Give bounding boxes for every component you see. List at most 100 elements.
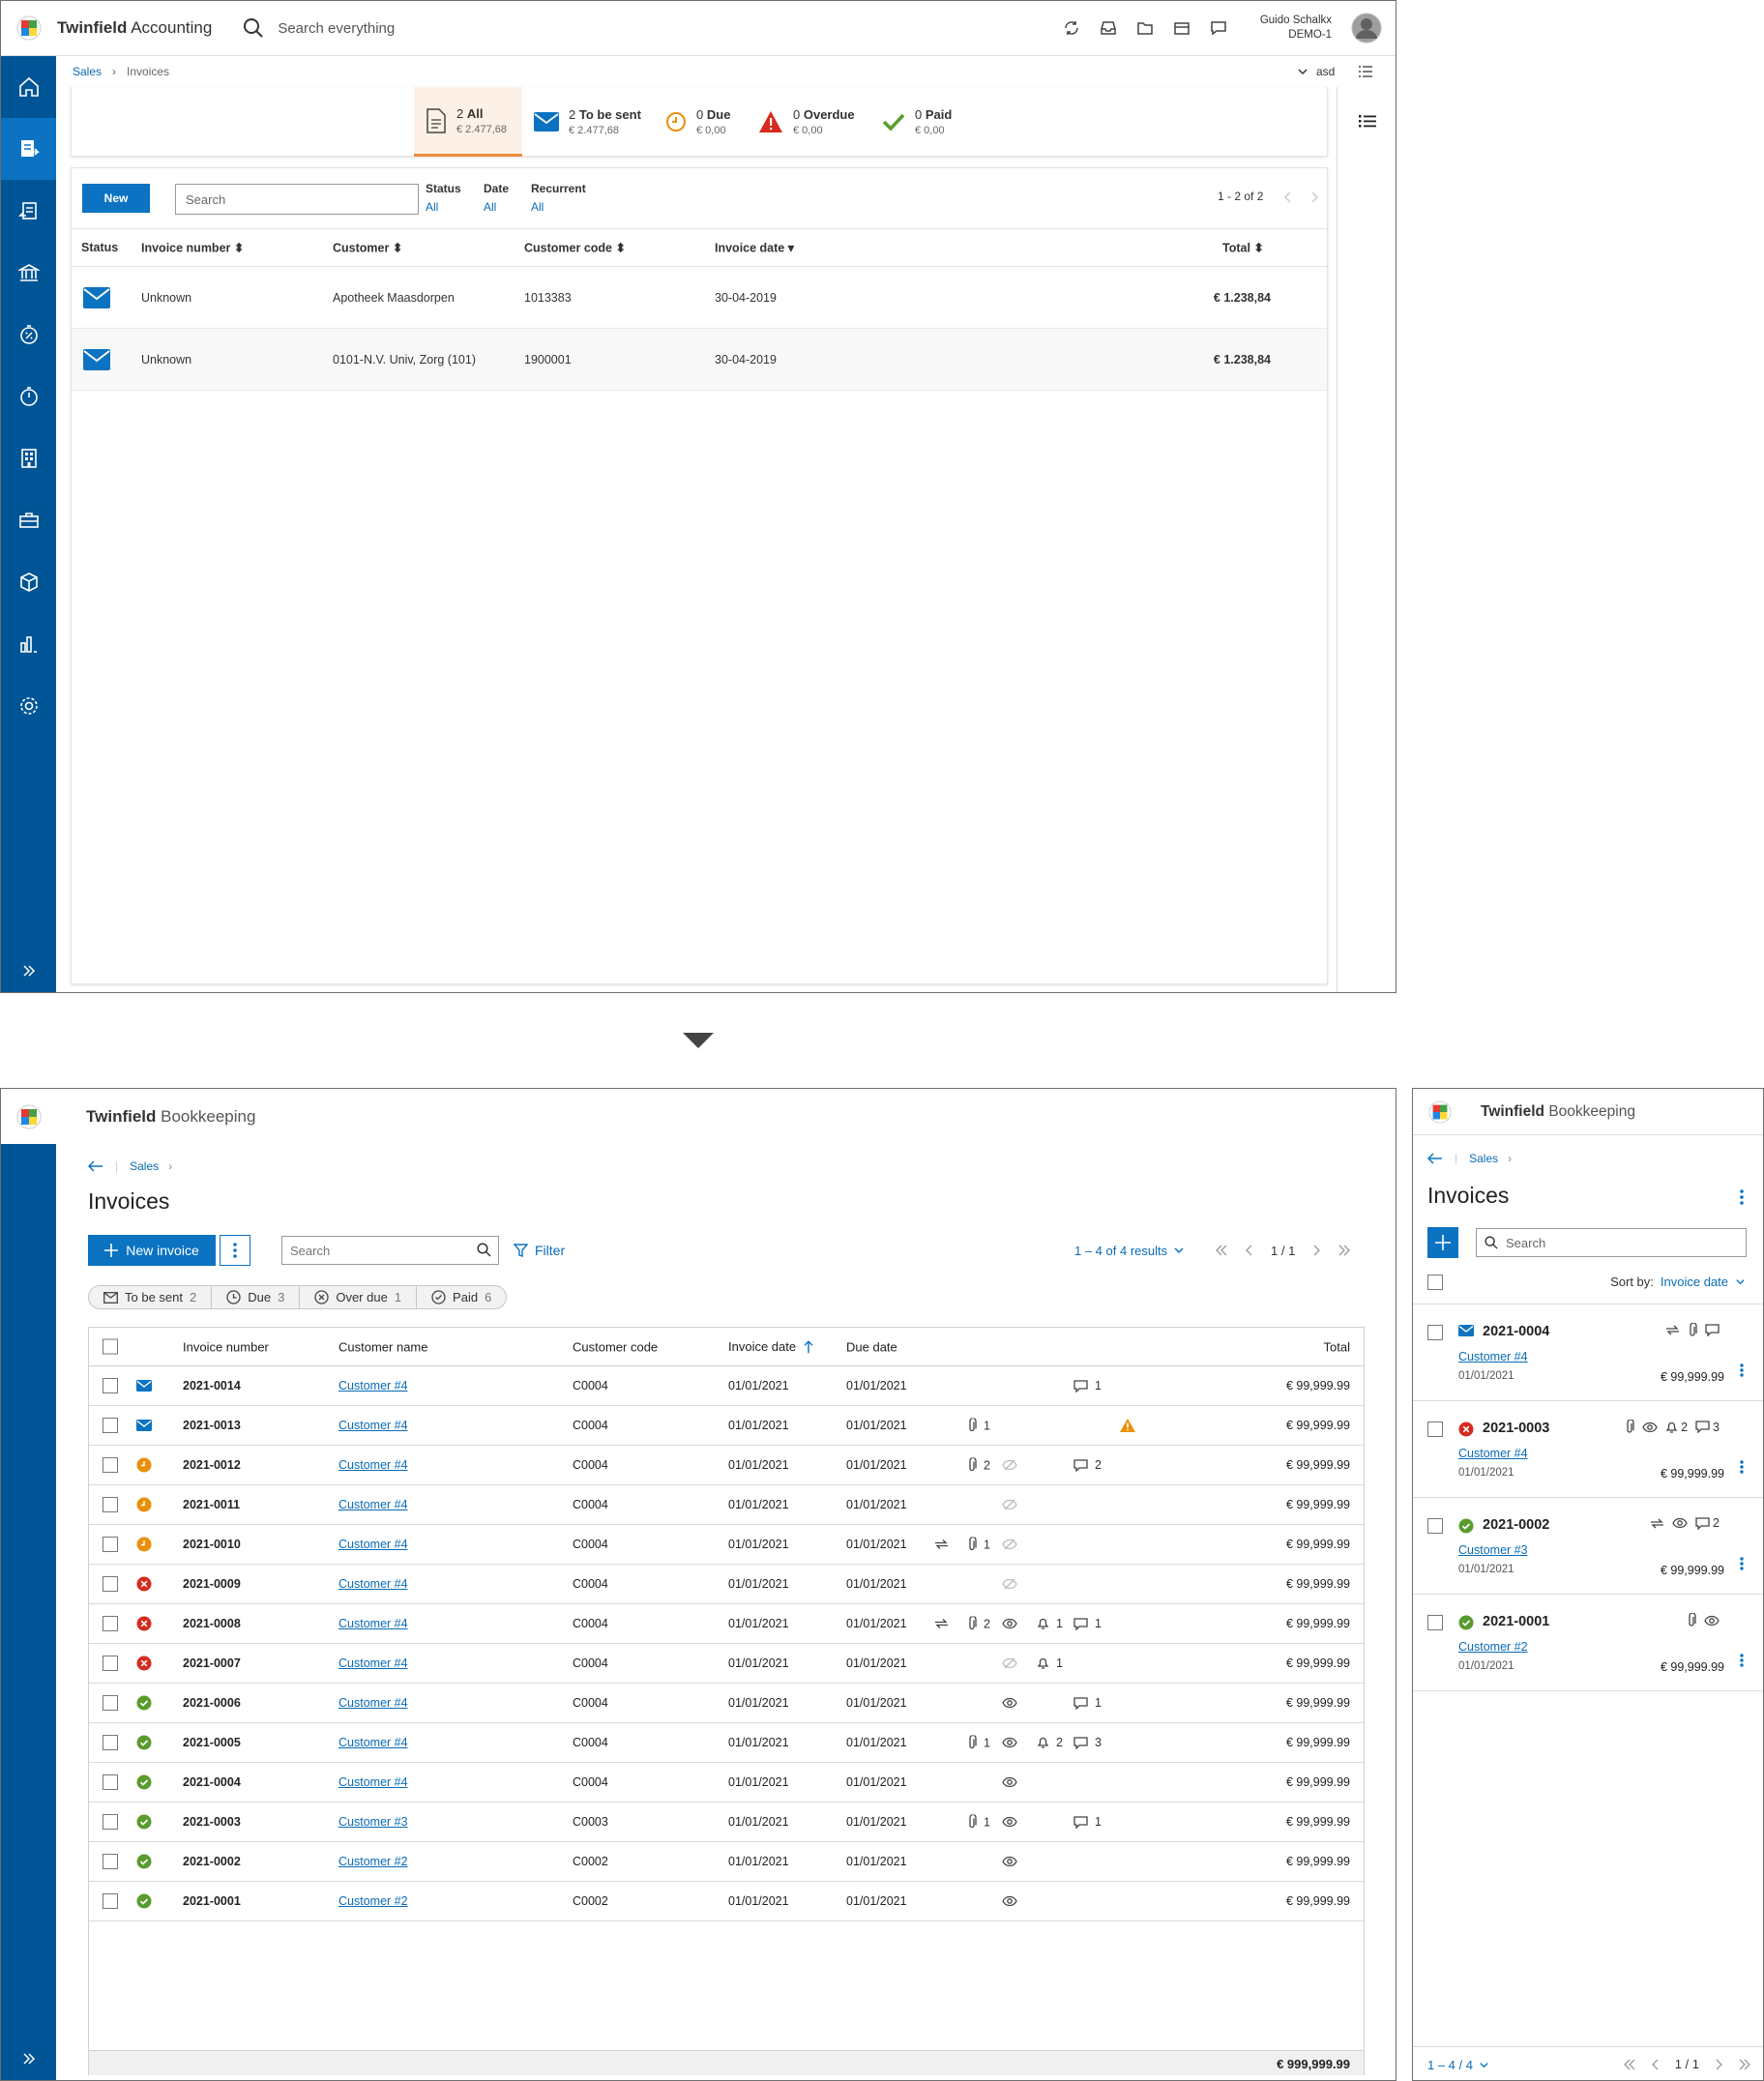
col-invoice-number[interactable]: Invoice number ⬍ [141, 241, 244, 255]
user-info[interactable]: Guido Schalkx DEMO-1 [1260, 14, 1332, 43]
nav-tools[interactable] [1, 489, 56, 551]
customer-link[interactable]: Customer #4 [1458, 1447, 1528, 1460]
search-icon[interactable] [243, 17, 264, 39]
list-settings-icon[interactable] [1358, 64, 1373, 79]
back-arrow-icon[interactable] [88, 1160, 103, 1172]
results-per-page[interactable]: 1 – 4 / 4 [1427, 2058, 1489, 2072]
breadcrumb-sales[interactable]: Sales [1469, 1152, 1498, 1165]
comment-indicator[interactable]: 2 [1073, 1458, 1102, 1472]
filter-value[interactable]: All [426, 200, 461, 214]
table-row[interactable]: 2021-0001 Customer #2 C0002 01/01/2021 01/01… [89, 1882, 1364, 1921]
results-per-page[interactable]: 1 – 4 of 4 results [1074, 1236, 1185, 1265]
list-icon[interactable] [1359, 113, 1376, 129]
select-all-checkbox[interactable] [1427, 1275, 1443, 1290]
col-invoice-date[interactable]: Invoice date ▾ [715, 241, 794, 255]
col-total[interactable]: Total ⬍ [1222, 241, 1264, 255]
customer-link[interactable]: Customer #4 [338, 1775, 408, 1789]
inbox-icon[interactable] [1100, 19, 1117, 37]
nav-home[interactable] [1, 56, 56, 118]
reminder-indicator[interactable]: 1 [1037, 1656, 1063, 1670]
table-row[interactable]: 2021-0008 Customer #4 C0004 01/01/2021 01/01… [89, 1604, 1364, 1644]
col-customer-code[interactable]: Customer code [573, 1339, 658, 1354]
chat-icon[interactable] [1210, 19, 1227, 37]
table-row[interactable]: 2021-0011 Customer #4 C0004 01/01/2021 01/01… [89, 1485, 1364, 1525]
logo-icon[interactable] [16, 1104, 42, 1129]
customer-link[interactable]: Customer #4 [338, 1696, 408, 1710]
table-row[interactable]: 2021-0009 Customer #4 C0004 01/01/2021 01/01… [89, 1565, 1364, 1604]
col-invoice-date[interactable]: Invoice date [728, 1339, 813, 1355]
card-paid[interactable]: 0 Paid € 0,00 [870, 87, 963, 157]
filter-status[interactable]: Status All [426, 182, 461, 214]
customer-link[interactable]: Customer #4 [338, 1656, 408, 1670]
comment-indicator[interactable]: 2 [1695, 1516, 1720, 1530]
company-selector[interactable]: asd [1297, 57, 1394, 86]
last-page-icon[interactable] [1738, 2059, 1751, 2070]
select-all-checkbox[interactable] [103, 1338, 118, 1355]
table-row[interactable]: 2021-0010 Customer #4 C0004 01/01/2021 01/01… [89, 1525, 1364, 1565]
attachment-indicator[interactable]: 1 [967, 1537, 990, 1552]
table-row[interactable]: 2021-0014 Customer #4 C0004 01/01/2021 01/01… [89, 1366, 1364, 1406]
row-checkbox[interactable] [1427, 1615, 1443, 1630]
sort-value[interactable]: Invoice date [1661, 1275, 1728, 1289]
filter-date[interactable]: Date All [484, 182, 509, 214]
table-row[interactable]: 2021-0012 Customer #4 C0004 01/01/2021 01/01… [89, 1446, 1364, 1485]
chip-overdue[interactable]: Over due 1 [300, 1286, 418, 1308]
customer-link[interactable]: Customer #4 [338, 1419, 408, 1432]
chevron-down-icon[interactable] [1735, 1276, 1746, 1287]
search-input[interactable]: Search [175, 184, 419, 215]
reminder-indicator[interactable]: 2 [1665, 1421, 1688, 1434]
col-due-date[interactable]: Due date [846, 1339, 897, 1354]
attachment-indicator[interactable]: 1 [967, 1735, 990, 1750]
table-row[interactable]: Unknown 0101-N.V. Univ, Zorg (101) 19000… [72, 329, 1327, 391]
col-customer-name[interactable]: Customer name [338, 1339, 427, 1354]
next-page-icon[interactable] [1715, 2059, 1722, 2070]
card-due[interactable]: 0 Due € 0,00 [654, 87, 747, 157]
nav-settings[interactable] [1, 675, 56, 737]
list-item[interactable]: 2021-0003 2 3 Customer #4 01/01/2021 € 99,999… [1413, 1401, 1763, 1498]
card-to-be-sent[interactable]: 2 To be sent € 2.477,68 [522, 87, 654, 157]
chip-due[interactable]: Due 3 [212, 1286, 301, 1308]
comment-indicator[interactable]: 1 [1073, 1379, 1102, 1392]
customer-link[interactable]: Customer #4 [338, 1617, 408, 1630]
nav-company[interactable] [1, 427, 56, 489]
customer-link[interactable]: Customer #2 [338, 1855, 408, 1868]
comment-indicator[interactable]: 1 [1073, 1815, 1102, 1829]
more-actions-button[interactable] [1732, 1185, 1751, 1210]
customer-link[interactable]: Customer #3 [1458, 1543, 1528, 1557]
chip-paid[interactable]: Paid 6 [417, 1286, 506, 1308]
col-invoice-number[interactable]: Invoice number [183, 1339, 269, 1354]
nav-payments[interactable] [1, 304, 56, 366]
col-customer-code[interactable]: Customer code ⬍ [524, 241, 626, 255]
new-button[interactable]: New [82, 184, 150, 213]
row-more-button[interactable] [1740, 1557, 1744, 1570]
back-arrow-icon[interactable] [1427, 1153, 1443, 1164]
col-customer[interactable]: Customer ⬍ [333, 241, 402, 255]
nav-bank[interactable] [1, 242, 56, 304]
reminder-indicator[interactable]: 1 [1037, 1617, 1063, 1630]
refresh-icon[interactable] [1063, 19, 1080, 37]
row-more-button[interactable] [1740, 1460, 1744, 1474]
expand-nav-button[interactable] [1, 2051, 56, 2066]
table-row[interactable]: 2021-0013 Customer #4 C0004 01/01/2021 01/01… [89, 1406, 1364, 1446]
next-page-icon[interactable] [1312, 1245, 1321, 1256]
customer-link[interactable]: Customer #4 [338, 1577, 408, 1591]
logo-icon[interactable] [16, 15, 42, 41]
row-checkbox[interactable] [1427, 1325, 1443, 1340]
row-checkbox[interactable] [1427, 1422, 1443, 1437]
reminder-indicator[interactable]: 2 [1037, 1736, 1063, 1749]
table-row[interactable]: Unknown Apotheek Maasdorpen 1013383 30-0… [72, 267, 1327, 329]
table-row[interactable]: 2021-0003 Customer #3 C0003 01/01/2021 01/01… [89, 1803, 1364, 1842]
filter-value[interactable]: All [531, 200, 586, 214]
filter-button[interactable]: Filter [514, 1236, 565, 1265]
list-item[interactable]: 2021-0001 Customer #2 01/01/2021 € 99,999.9… [1413, 1595, 1763, 1691]
avatar[interactable] [1351, 13, 1382, 44]
list-item[interactable]: 2021-0004 Customer #4 01/01/2021 € 99,999.9… [1413, 1304, 1763, 1401]
prev-page-icon[interactable] [1283, 191, 1293, 203]
more-actions-button[interactable] [220, 1235, 250, 1266]
table-row[interactable]: 2021-0006 Customer #4 C0004 01/01/2021 01/01… [89, 1684, 1364, 1723]
col-total[interactable]: Total [1324, 1339, 1350, 1354]
row-more-button[interactable] [1740, 1363, 1744, 1377]
nav-purchase[interactable] [1, 180, 56, 242]
comment-indicator[interactable]: 3 [1695, 1421, 1720, 1434]
customer-link[interactable]: Customer #3 [338, 1815, 408, 1829]
